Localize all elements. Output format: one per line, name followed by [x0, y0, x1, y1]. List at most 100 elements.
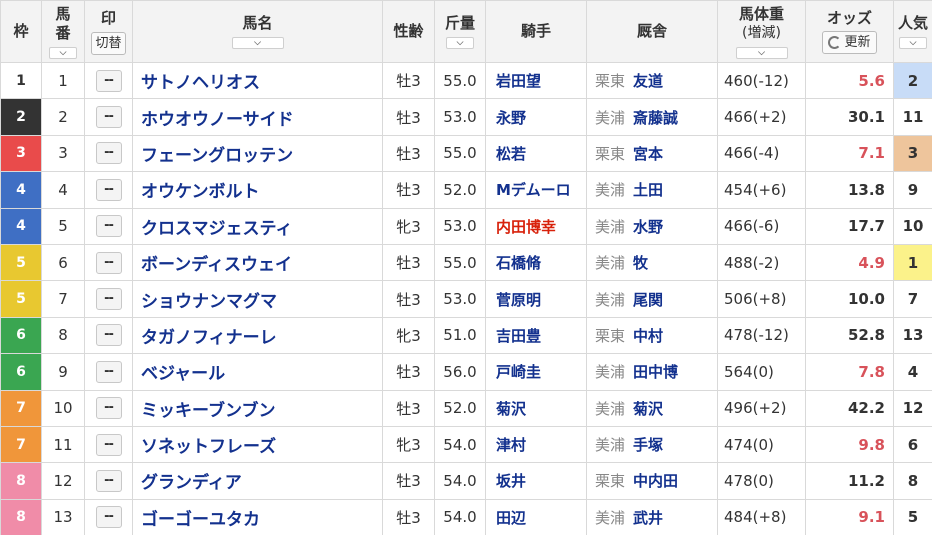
- jockey-link[interactable]: Mデムーロ: [485, 171, 587, 209]
- mark-select-button[interactable]: --: [95, 433, 122, 456]
- jockey-link[interactable]: 菊沢: [485, 389, 587, 427]
- header-kinryo[interactable]: 斤量 ⌵: [434, 0, 486, 63]
- sort-pop-chevron-icon[interactable]: ⌵: [899, 37, 927, 49]
- trainer-link[interactable]: 尾関: [633, 291, 663, 309]
- horse-name-link[interactable]: ベジャール: [132, 353, 383, 391]
- horse-name-link[interactable]: クロスマジェスティ: [132, 207, 383, 245]
- jockey-link[interactable]: 坂井: [485, 462, 587, 500]
- jockey-link[interactable]: 田辺: [485, 498, 587, 535]
- trainer-link[interactable]: 武井: [633, 509, 663, 527]
- jockey-link[interactable]: 松若: [485, 134, 587, 173]
- stable-area: 栗東: [595, 72, 626, 91]
- stable-cell: 美浦 武井: [586, 498, 718, 535]
- trainer-link[interactable]: 中村: [633, 327, 663, 345]
- kinryo-cell: 55.0: [434, 134, 486, 173]
- mark-select-button[interactable]: --: [95, 324, 122, 347]
- sort-weight-chevron-icon[interactable]: ⌵: [735, 46, 788, 59]
- mark-select-button[interactable]: --: [95, 106, 122, 129]
- weight-cell: 478(0): [717, 462, 806, 500]
- table-row: 4 5 -- クロスマジェスティ 牝3 53.0 内田博幸 美浦 水野 466(-6) 17.7 10: [0, 207, 932, 245]
- trainer-link[interactable]: 友道: [633, 72, 663, 90]
- weight-cell: 466(+2): [717, 98, 806, 136]
- trainer-link[interactable]: 田中博: [633, 363, 678, 381]
- jockey-link[interactable]: 永野: [485, 98, 587, 136]
- mark-toggle-button[interactable]: 切替: [91, 31, 126, 55]
- umaban-cell: 7: [41, 280, 85, 318]
- trainer-link[interactable]: 宮本: [633, 145, 663, 163]
- trainer-link[interactable]: 菊沢: [633, 400, 663, 418]
- stable-cell: 美浦 斎藤誠: [586, 98, 718, 136]
- sort-name-chevron-icon[interactable]: ⌵: [231, 37, 284, 49]
- sexage-cell: 牡3: [382, 134, 435, 173]
- odds-refresh-label: 更新: [844, 35, 871, 50]
- horse-name-link[interactable]: ショウナンマグマ: [132, 280, 383, 318]
- odds-refresh-button[interactable]: 更新: [822, 31, 877, 54]
- header-weight-label: 馬体重: [738, 4, 784, 23]
- mark-select-button[interactable]: --: [95, 69, 122, 92]
- horse-name-link[interactable]: ボーンディスウェイ: [132, 243, 383, 282]
- header-pop[interactable]: 人気 ⌵: [893, 0, 932, 63]
- waku-cell: 6: [0, 353, 42, 391]
- horse-name-link[interactable]: ホウオウノーサイド: [132, 98, 383, 136]
- trainer-link[interactable]: 水野: [633, 218, 663, 236]
- trainer-link[interactable]: 中内田: [633, 472, 678, 490]
- horse-name-link[interactable]: サトノヘリオス: [132, 61, 383, 100]
- odds-cell: 4.9: [805, 243, 894, 282]
- stable-cell: 美浦 田中博: [586, 353, 718, 391]
- trainer-link[interactable]: 牧: [633, 254, 648, 272]
- horse-name-link[interactable]: オウケンボルト: [132, 171, 383, 209]
- waku-cell: 7: [0, 425, 42, 464]
- header-weight[interactable]: 馬体重 (増減) ⌵: [717, 0, 806, 63]
- stable-area: 美浦: [595, 254, 626, 273]
- jockey-link[interactable]: 内田博幸: [485, 207, 587, 245]
- header-pop-label: 人気: [897, 14, 928, 32]
- stable-cell: 美浦 水野: [586, 207, 718, 245]
- sort-kinryo-chevron-icon[interactable]: ⌵: [446, 37, 474, 49]
- trainer-link[interactable]: 斎藤誠: [633, 109, 678, 127]
- mark-select-button[interactable]: --: [95, 215, 122, 238]
- table-row: 3 3 -- フェーングロッテン 牡3 55.0 松若 栗東 宮本 466(-4) 7.1 3: [0, 134, 932, 173]
- header-jockey: 騎手: [485, 0, 587, 63]
- jockey-link[interactable]: 石橋脩: [485, 243, 587, 282]
- mark-select-button[interactable]: --: [95, 288, 122, 311]
- mark-select-button[interactable]: --: [95, 142, 122, 165]
- sort-umaban-chevron-icon[interactable]: ⌵: [49, 46, 77, 59]
- horse-name-link[interactable]: ゴーゴーユタカ: [132, 498, 383, 535]
- jockey-link[interactable]: 津村: [485, 425, 587, 464]
- kinryo-cell: 55.0: [434, 61, 486, 100]
- header-name[interactable]: 馬名 ⌵: [132, 0, 383, 63]
- horse-name-link[interactable]: フェーングロッテン: [132, 134, 383, 173]
- waku-cell: 3: [0, 134, 42, 173]
- mark-select-button[interactable]: --: [95, 469, 122, 492]
- popularity-cell: 2: [893, 61, 932, 100]
- trainer-link[interactable]: 手塚: [633, 436, 663, 454]
- jockey-link[interactable]: 吉田豊: [485, 316, 587, 355]
- stable-area: 栗東: [595, 144, 626, 163]
- horse-name-link[interactable]: ミッキーブンブン: [132, 389, 383, 427]
- mark-select-button[interactable]: --: [95, 178, 122, 201]
- mark-select-button[interactable]: --: [95, 360, 122, 383]
- mark-cell: --: [84, 98, 133, 136]
- waku-cell: 4: [0, 171, 42, 209]
- kinryo-cell: 52.0: [434, 389, 486, 427]
- mark-cell: --: [84, 134, 133, 173]
- mark-select-button[interactable]: --: [95, 397, 122, 420]
- mark-cell: --: [84, 498, 133, 535]
- popularity-cell: 3: [893, 134, 932, 173]
- jockey-link[interactable]: 戸崎圭: [485, 353, 587, 391]
- trainer-link[interactable]: 土田: [633, 181, 663, 199]
- stable-cell: 美浦 手塚: [586, 425, 718, 464]
- weight-cell: 454(+6): [717, 171, 806, 209]
- horse-name-link[interactable]: タガノフィナーレ: [132, 316, 383, 355]
- stable-area: 栗東: [595, 472, 626, 491]
- jockey-link[interactable]: 岩田望: [485, 61, 587, 100]
- mark-select-button[interactable]: --: [95, 251, 122, 274]
- horse-name-link[interactable]: グランディア: [132, 462, 383, 500]
- horse-name-link[interactable]: ソネットフレーズ: [132, 425, 383, 464]
- mark-select-button[interactable]: --: [95, 506, 122, 529]
- popularity-cell: 13: [893, 316, 932, 355]
- sexage-cell: 牡3: [382, 353, 435, 391]
- umaban-cell: 3: [41, 134, 85, 173]
- jockey-link[interactable]: 菅原明: [485, 280, 587, 318]
- header-umaban[interactable]: 馬番 ⌵: [41, 0, 85, 63]
